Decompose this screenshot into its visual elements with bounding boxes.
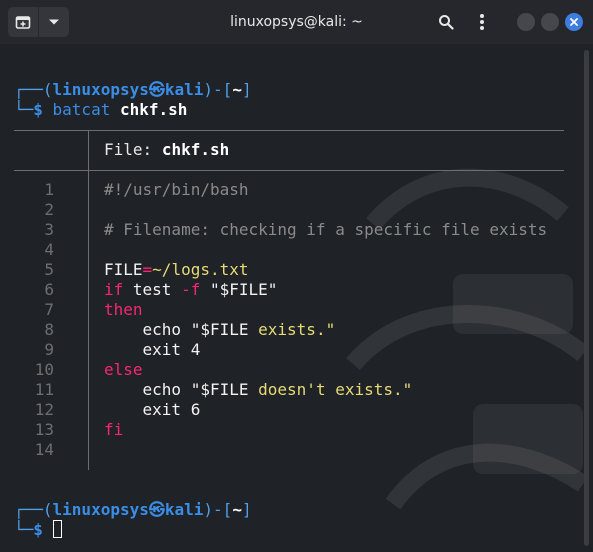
line-number: 14: [34, 440, 54, 459]
code-line-6: if test -f "$FILE": [104, 280, 277, 300]
bat-header-file: chkf.sh: [161, 140, 230, 159]
bat-header-border: [14, 170, 564, 171]
scrollbar[interactable]: [584, 50, 589, 546]
code-token: echo: [104, 320, 191, 339]
code-token: "$FILE": [200, 280, 278, 299]
command-arg: chkf.sh: [119, 100, 188, 119]
minimize-button[interactable]: [517, 13, 535, 31]
command-line-2[interactable]: └─$: [14, 520, 62, 540]
code-comment: # Filename: checking if a specific file …: [104, 220, 548, 239]
command-line-1: └─$ batcat chkf.sh: [14, 100, 188, 119]
line-number: 1: [44, 180, 54, 199]
new-tab-button[interactable]: [8, 7, 38, 37]
new-tab-icon: [15, 16, 31, 29]
command-name: batcat: [52, 100, 111, 119]
search-button[interactable]: [431, 7, 461, 37]
maximize-button[interactable]: [541, 13, 559, 31]
line-number: 10: [34, 360, 54, 379]
code-line-12: exit 6: [104, 400, 201, 419]
title-bar: linuxopsys@kali: ~: [0, 0, 593, 44]
code-token: -f: [181, 280, 201, 299]
code-token: exists.": [258, 320, 336, 339]
prompt-host: kali: [164, 80, 204, 99]
chevron-down-icon: [49, 19, 59, 25]
prompt-line-2: ┌──(linuxopsys㉿kali)-[~]: [14, 500, 252, 519]
code-line-7: then: [104, 300, 143, 319]
menu-button[interactable]: [467, 7, 497, 37]
line-number: 7: [44, 300, 54, 319]
code-line-11: echo "$FILE doesn't exists.": [104, 380, 413, 400]
line-number: 5: [44, 260, 54, 279]
line-number: 4: [44, 240, 54, 259]
line-number: 11: [34, 380, 54, 399]
line-number: 12: [34, 400, 54, 419]
code-line-10: else: [104, 360, 143, 379]
bat-header-label: File:: [104, 140, 153, 159]
prompt-host: kali: [164, 500, 204, 519]
tab-menu-button[interactable]: [39, 7, 69, 37]
line-number: 6: [44, 280, 54, 299]
line-number: 13: [34, 420, 54, 439]
code-token: =: [142, 260, 153, 279]
search-icon: [439, 15, 454, 30]
new-tab-group: [8, 7, 69, 37]
prompt-dir: ~: [232, 500, 242, 519]
line-number: 9: [44, 340, 54, 359]
code-token: "$FILE: [190, 380, 259, 399]
prompt-user: linuxopsys: [52, 80, 149, 99]
code-shebang: #!/usr/bin/bash: [104, 180, 249, 199]
bat-top-border: [14, 130, 564, 131]
text-cursor: [52, 520, 62, 538]
code-token: "$FILE: [190, 320, 259, 339]
code-token: if: [104, 280, 124, 299]
bat-header-divider: [88, 130, 89, 170]
kebab-menu-icon: [480, 14, 484, 30]
terminal-area[interactable]: ┌──(linuxopsys㉿kali)-[~] └─$ batcat chkf…: [0, 44, 593, 552]
bat-header: File: chkf.sh: [104, 140, 229, 160]
bat-gutter-divider: [88, 170, 89, 470]
prompt-dir: ~: [232, 80, 242, 99]
titlebar-controls: [425, 7, 583, 37]
code-token: echo: [104, 380, 191, 399]
code-token: test: [123, 280, 182, 299]
code-token: doesn't exists.": [258, 380, 413, 399]
prompt-line-1: ┌──(linuxopsys㉿kali)-[~]: [14, 80, 252, 99]
line-number: 3: [44, 220, 54, 239]
prompt-user: linuxopsys: [52, 500, 149, 519]
code-line-5: FILE=~/logs.txt: [104, 260, 249, 280]
code-line-13: fi: [104, 420, 124, 439]
code-line-8: echo "$FILE exists.": [104, 320, 336, 340]
close-button[interactable]: [565, 13, 583, 31]
line-number: 2: [44, 200, 54, 219]
code-token: ~/logs.txt: [152, 260, 249, 279]
line-number: 8: [44, 320, 54, 339]
close-icon: [570, 18, 578, 26]
code-line-9: exit 4: [104, 340, 201, 359]
code-token: FILE: [104, 260, 143, 279]
